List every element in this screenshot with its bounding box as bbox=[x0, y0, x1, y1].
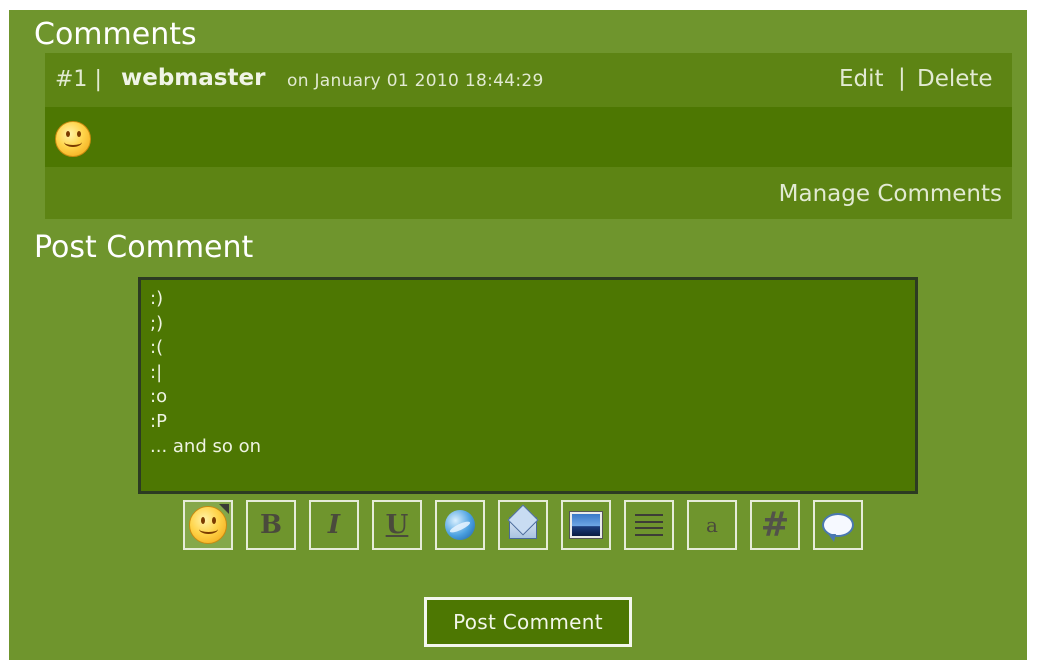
comment-separator: | bbox=[94, 67, 102, 92]
post-comment-heading: Post Comment bbox=[34, 230, 254, 265]
quote-bubble-icon bbox=[822, 513, 854, 542]
link-globe-icon bbox=[445, 510, 475, 540]
image-icon bbox=[569, 511, 603, 539]
underline-icon: U bbox=[385, 510, 409, 540]
comment-author[interactable]: webmaster bbox=[121, 65, 265, 91]
comment-textarea[interactable] bbox=[138, 277, 918, 494]
quote-button[interactable] bbox=[813, 500, 863, 550]
comment-number-text: #1 bbox=[55, 67, 88, 92]
comment-header: #1 | webmaster on January 01 2010 18:44:… bbox=[45, 53, 1012, 107]
manage-comments-link[interactable]: Manage Comments bbox=[779, 181, 1002, 207]
smiley-button[interactable] bbox=[183, 500, 233, 550]
bold-button[interactable]: B bbox=[246, 500, 296, 550]
code-button[interactable]: # bbox=[750, 500, 800, 550]
code-hash-icon: # bbox=[760, 505, 790, 545]
formatting-toolbar: B I U a # bbox=[183, 500, 883, 554]
italic-icon: I bbox=[327, 510, 341, 540]
link-button[interactable] bbox=[435, 500, 485, 550]
edit-link[interactable]: Edit bbox=[839, 66, 884, 92]
smiley-icon bbox=[55, 121, 91, 157]
comment-body bbox=[45, 107, 1012, 167]
comment-entry: #1 | webmaster on January 01 2010 18:44:… bbox=[45, 53, 1012, 219]
bold-icon: B bbox=[260, 510, 282, 540]
image-button[interactable] bbox=[561, 500, 611, 550]
delete-link[interactable]: Delete bbox=[917, 66, 993, 92]
italic-button[interactable]: I bbox=[309, 500, 359, 550]
font-size-icon: a bbox=[706, 513, 718, 537]
comment-date: on January 01 2010 18:44:29 bbox=[287, 71, 544, 91]
page-frame: Comments #1 | webmaster on January 01 20… bbox=[9, 10, 1027, 660]
comments-heading: Comments bbox=[34, 17, 197, 52]
comment-number: #1 | bbox=[55, 67, 102, 92]
post-comment-button[interactable]: Post Comment bbox=[424, 597, 632, 647]
email-icon bbox=[509, 517, 537, 539]
email-button[interactable] bbox=[498, 500, 548, 550]
align-center-icon bbox=[635, 514, 663, 536]
align-button[interactable] bbox=[624, 500, 674, 550]
dropdown-corner-icon bbox=[219, 504, 229, 514]
font-size-button[interactable]: a bbox=[687, 500, 737, 550]
underline-button[interactable]: U bbox=[372, 500, 422, 550]
actions-separator: | bbox=[898, 65, 906, 91]
